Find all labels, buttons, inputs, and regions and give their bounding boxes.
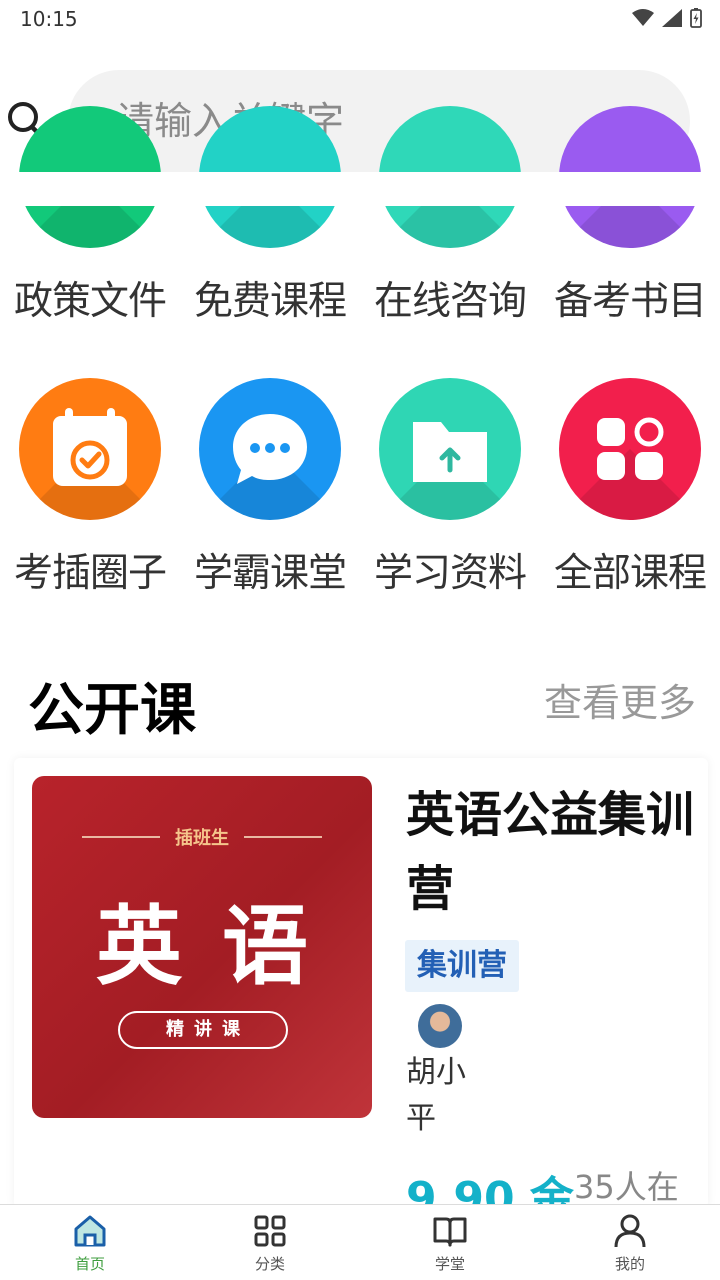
nav-label: 学堂 [434, 1255, 465, 1273]
battery-icon [690, 8, 702, 28]
grid-label: 免费课程 [193, 279, 347, 324]
user-icon [614, 1214, 646, 1248]
cover-subtitle: 插班生 [175, 828, 229, 849]
category-grid-icon [254, 1215, 286, 1247]
course-cover-image: 插班生 英语 精讲课 [32, 776, 372, 1118]
grid-label: 政策文件 [13, 279, 167, 324]
grid-item-policy[interactable]: 政策文件 [0, 106, 180, 326]
nav-home[interactable]: 首页 [0, 1205, 180, 1280]
cover-badge: 精讲课 [118, 1011, 288, 1049]
grid-item-free-course[interactable]: 免费课程 [180, 106, 360, 326]
grid-item-study-materials[interactable]: 学习资料 [360, 378, 540, 598]
nav-label: 分类 [254, 1255, 285, 1273]
teacher-avatar [418, 1004, 462, 1048]
teacher-name: 胡小平 [406, 1055, 466, 1136]
grid-item-circle-group[interactable]: 考插圈子 [0, 378, 180, 598]
nav-profile[interactable]: 我的 [540, 1205, 720, 1280]
chat-bubble-icon [199, 378, 341, 520]
calendar-check-icon [19, 378, 161, 520]
feature-grid-row-2: 考插圈子 学霸课堂 学习资料 全部课程 [0, 378, 720, 598]
student-count: 35人在 [574, 1168, 679, 1206]
apps-grid-icon [559, 378, 701, 520]
course-card[interactable]: 插班生 英语 精讲课 英语公益集训营 集训营 胡小平 9.90 金 35人在 [14, 758, 708, 1224]
grid-item-consult[interactable]: 在线咨询 [360, 106, 540, 326]
grid-label: 备考书目 [553, 279, 707, 324]
signal-icon [662, 9, 682, 27]
grid-item-all-courses[interactable]: 全部课程 [540, 378, 720, 598]
folder-upload-icon [379, 378, 521, 520]
course-title: 英语公益集训营 [406, 787, 695, 917]
wifi-icon [632, 9, 654, 26]
grid-label: 在线咨询 [373, 279, 527, 324]
section-title: 公开课 [28, 678, 196, 743]
nav-label: 首页 [74, 1255, 105, 1273]
feature-grid-row-1: 政策文件 免费课程 在线咨询 备考书目 [0, 106, 720, 326]
status-time: 10:15 [20, 7, 78, 31]
bottom-nav: 首页 分类 学堂 我的 [0, 1204, 720, 1280]
home-icon [74, 1215, 106, 1247]
grid-label: 学霸课堂 [193, 551, 347, 596]
open-book-icon [433, 1217, 467, 1247]
course-tag: 集训营 [405, 940, 519, 992]
status-bar: 10:15 [0, 0, 720, 38]
cover-title: 英语 [96, 897, 348, 997]
grid-item-study-class[interactable]: 学霸课堂 [180, 378, 360, 598]
grid-item-book-list[interactable]: 备考书目 [540, 106, 720, 326]
view-more-link[interactable]: 查看更多 [544, 672, 696, 727]
grid-label: 考插圈子 [13, 551, 167, 596]
grid-label: 学习资料 [373, 551, 527, 596]
nav-study-hall[interactable]: 学堂 [360, 1205, 540, 1280]
nav-category[interactable]: 分类 [180, 1205, 360, 1280]
search-input[interactable] [116, 92, 636, 150]
grid-label: 全部课程 [553, 551, 707, 596]
nav-label: 我的 [614, 1255, 645, 1273]
